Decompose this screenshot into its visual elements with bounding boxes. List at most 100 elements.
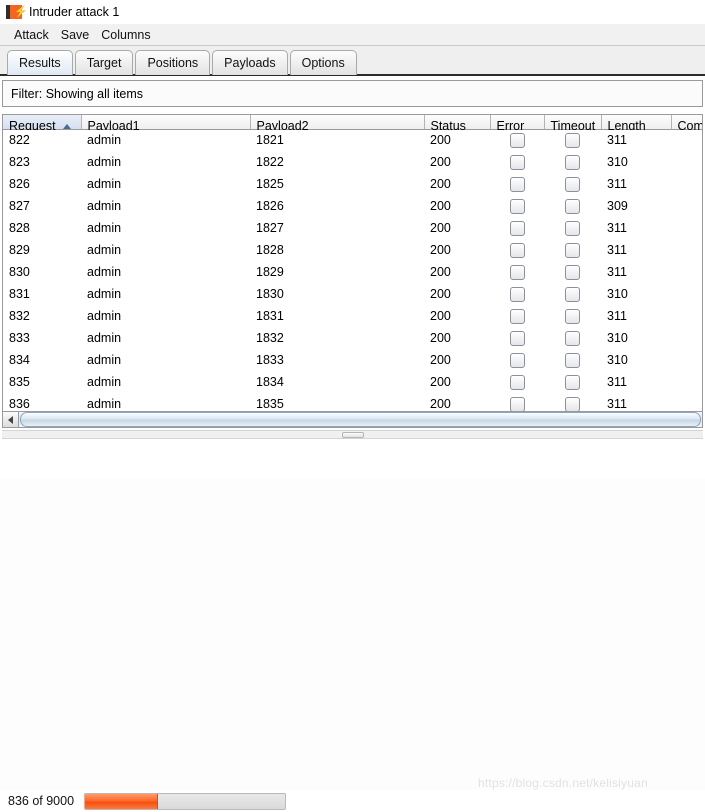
- error-checkbox[interactable]: [509, 286, 525, 302]
- cell-status: 200: [430, 331, 451, 345]
- cell-error: [490, 261, 544, 283]
- table-row[interactable]: 829 admin 1828 200 311: [3, 239, 702, 261]
- table-row[interactable]: 822 admin 1821 200 311: [3, 129, 702, 151]
- timeout-checkbox[interactable]: [565, 352, 580, 368]
- tab-target[interactable]: Target: [74, 50, 134, 75]
- table-row[interactable]: 830 admin 1829 200 311: [3, 261, 702, 283]
- tab-bar: Results Target Positions Payloads Option…: [0, 46, 705, 76]
- table-row[interactable]: 828 admin 1827 200 311: [3, 217, 702, 239]
- timeout-checkbox[interactable]: [565, 396, 580, 411]
- table-row[interactable]: 823 admin 1822 200 310: [3, 151, 702, 173]
- tab-positions[interactable]: Positions: [135, 50, 211, 75]
- error-checkbox[interactable]: [509, 198, 525, 214]
- cell-comment: [671, 195, 702, 217]
- cell-comment: [671, 371, 702, 393]
- panel-splitter[interactable]: [2, 430, 703, 439]
- cell-payload1: admin: [87, 353, 122, 367]
- table-row[interactable]: 834 admin 1833 200 310: [3, 349, 702, 371]
- table-row[interactable]: 827 admin 1826 200 309: [3, 195, 702, 217]
- timeout-checkbox[interactable]: [565, 308, 580, 324]
- error-checkbox[interactable]: [509, 220, 525, 236]
- cell-request: 826: [9, 177, 30, 191]
- cell-payload2: 1828: [256, 243, 284, 257]
- scroll-left-button[interactable]: [3, 412, 19, 427]
- cell-comment: [671, 261, 702, 283]
- cell-error: [490, 195, 544, 217]
- cell-length: 311: [607, 397, 627, 411]
- scrollbar-thumb[interactable]: [20, 412, 701, 427]
- cell-request: 830: [9, 265, 30, 279]
- tab-options[interactable]: Options: [289, 50, 357, 75]
- cell-error: [490, 129, 544, 151]
- timeout-checkbox[interactable]: [565, 330, 580, 346]
- results-table-container: Request Payload1 Payload2 Status Error T…: [2, 114, 703, 411]
- cell-request: 833: [9, 331, 30, 345]
- error-checkbox[interactable]: [509, 330, 525, 346]
- error-checkbox[interactable]: [509, 374, 525, 390]
- error-checkbox[interactable]: [509, 132, 525, 148]
- tab-payloads[interactable]: Payloads: [212, 50, 288, 75]
- cell-status: 200: [430, 375, 451, 389]
- table-row[interactable]: 832 admin 1831 200 311: [3, 305, 702, 327]
- cell-request: 828: [9, 221, 30, 235]
- cell-timeout: [544, 217, 601, 239]
- cell-status: 200: [430, 155, 451, 169]
- cell-status: 200: [430, 221, 451, 235]
- menu-item-columns[interactable]: Columns: [95, 26, 156, 44]
- cell-timeout: [544, 349, 601, 371]
- cell-error: [490, 239, 544, 261]
- cell-comment: [671, 327, 702, 349]
- table-row[interactable]: 836 admin 1835 200 311: [3, 393, 702, 411]
- table-row[interactable]: 826 admin 1825 200 311: [3, 173, 702, 195]
- cell-payload1: admin: [87, 199, 122, 213]
- timeout-checkbox[interactable]: [565, 286, 580, 302]
- timeout-checkbox[interactable]: [565, 154, 580, 170]
- error-checkbox[interactable]: [509, 352, 525, 368]
- timeout-checkbox[interactable]: [565, 176, 580, 192]
- cell-payload1: admin: [87, 375, 122, 389]
- table-horizontal-scrollbar[interactable]: [2, 411, 703, 428]
- timeout-checkbox[interactable]: [565, 198, 580, 214]
- tab-results[interactable]: Results: [7, 50, 73, 75]
- timeout-checkbox[interactable]: [565, 264, 580, 280]
- error-checkbox[interactable]: [509, 176, 525, 192]
- cell-request: 827: [9, 199, 30, 213]
- cell-request: 836: [9, 397, 30, 411]
- status-bar: 836 of 9000: [0, 790, 705, 812]
- cell-request: 823: [9, 155, 30, 169]
- timeout-checkbox[interactable]: [565, 374, 580, 390]
- menu-item-save[interactable]: Save: [55, 26, 96, 44]
- cell-payload2: 1831: [256, 309, 284, 323]
- cell-length: 311: [607, 243, 627, 257]
- error-checkbox[interactable]: [509, 154, 525, 170]
- error-checkbox[interactable]: [509, 308, 525, 324]
- cell-timeout: [544, 129, 601, 151]
- cell-length: 310: [607, 287, 628, 301]
- timeout-checkbox[interactable]: [565, 220, 580, 236]
- error-checkbox[interactable]: [509, 242, 525, 258]
- timeout-checkbox[interactable]: [565, 132, 580, 148]
- burp-suite-icon: ⚡: [6, 5, 28, 19]
- attack-progress-bar: [84, 792, 287, 810]
- cell-timeout: [544, 283, 601, 305]
- table-row[interactable]: 833 admin 1832 200 310: [3, 327, 702, 349]
- splitter-grip[interactable]: [341, 432, 364, 438]
- filter-bar[interactable]: Filter: Showing all items: [2, 80, 703, 107]
- cell-payload1: admin: [87, 309, 122, 323]
- table-row[interactable]: 835 admin 1834 200 311: [3, 371, 702, 393]
- watermark-text: https://blog.csdn.net/kelisiyuan: [478, 776, 648, 790]
- cell-timeout: [544, 305, 601, 327]
- menu-item-attack[interactable]: Attack: [8, 26, 55, 44]
- cell-length: 311: [607, 133, 627, 148]
- cell-request: 834: [9, 353, 30, 367]
- timeout-checkbox[interactable]: [565, 242, 580, 258]
- arrow-left-icon: [8, 415, 13, 424]
- cell-comment: [671, 151, 702, 173]
- cell-payload2: 1835: [256, 397, 284, 411]
- cell-payload2: 1821: [256, 133, 284, 148]
- error-checkbox[interactable]: [509, 264, 525, 280]
- cell-payload1: admin: [87, 221, 122, 235]
- cell-error: [490, 283, 544, 305]
- error-checkbox[interactable]: [509, 396, 525, 411]
- table-row[interactable]: 831 admin 1830 200 310: [3, 283, 702, 305]
